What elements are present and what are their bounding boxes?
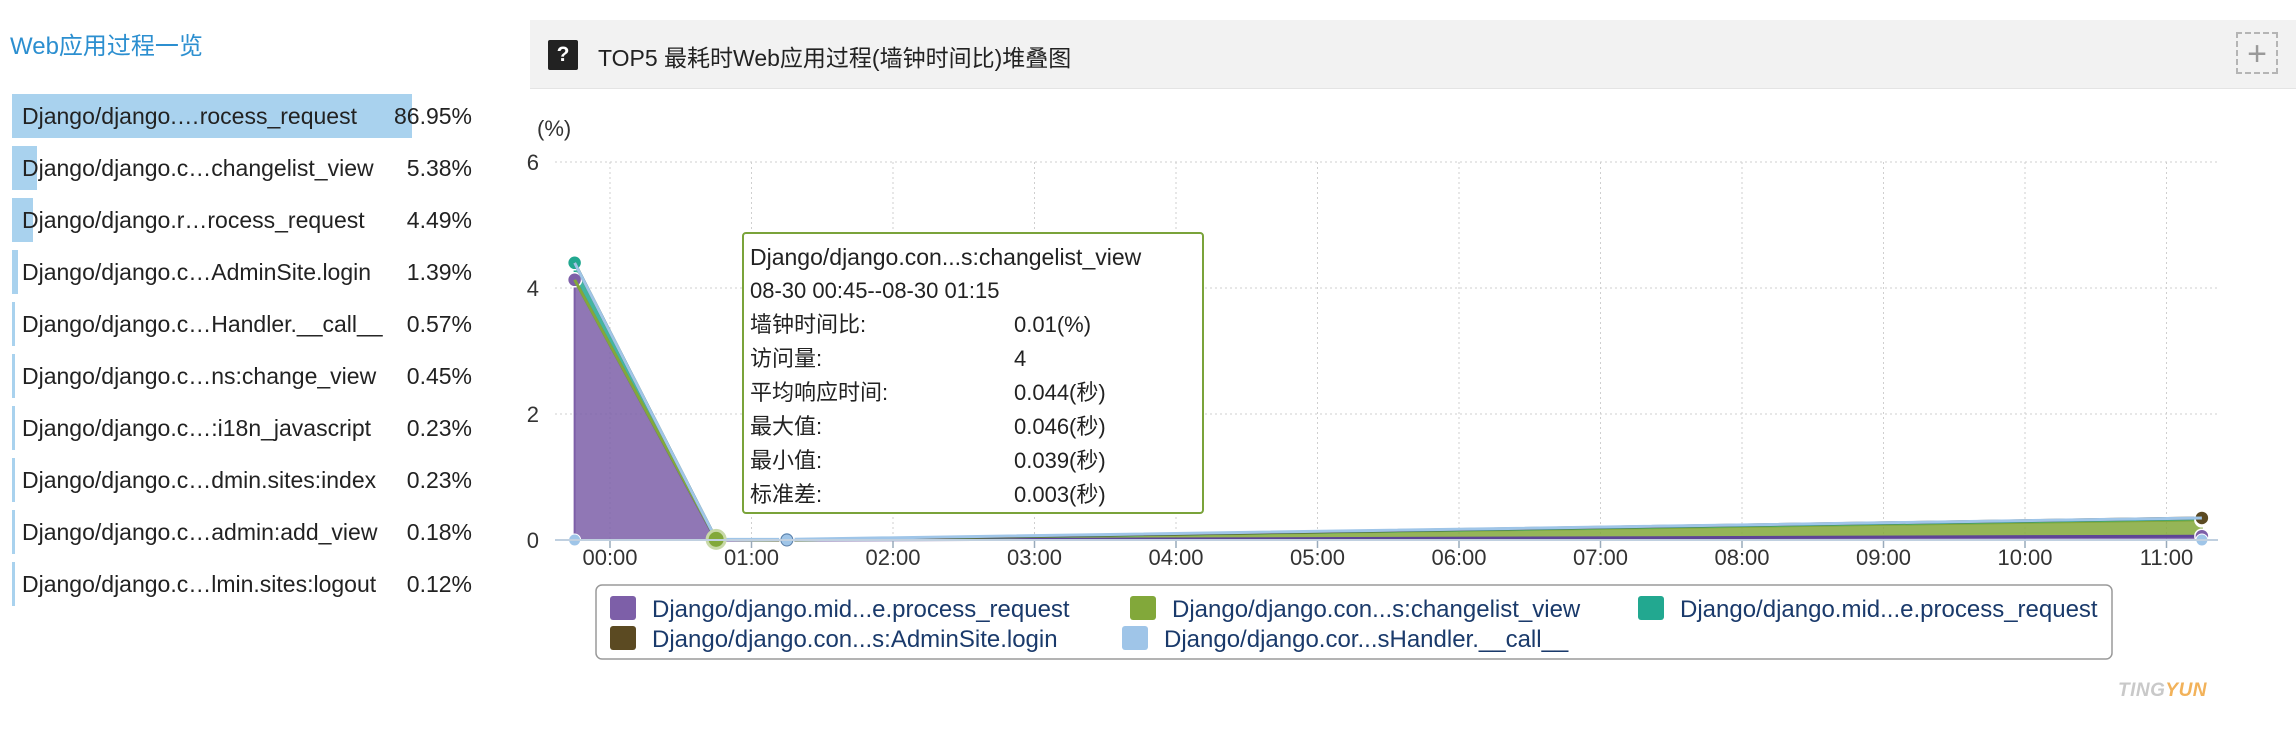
x-tick-label: 02:00 <box>865 545 920 570</box>
tooltip-key: 平均响应时间: <box>750 380 889 405</box>
legend-label[interactable]: Django/django.con...s:changelist_view <box>1172 596 1581 623</box>
tooltip-time-range: 08-30 00:45--08-30 01:15 <box>750 278 1000 303</box>
x-tick-label: 00:00 <box>582 545 637 570</box>
tooltip-key: 最小值: <box>750 448 823 473</box>
x-tick-label: 08:00 <box>1714 545 1769 570</box>
legend-swatch[interactable] <box>1130 596 1156 620</box>
tingyun-logo: TINGYUN <box>2118 680 2208 701</box>
legend-swatch[interactable] <box>1122 626 1148 650</box>
x-tick-label: 04:00 <box>1148 545 1203 570</box>
legend-label[interactable]: Django/django.mid...e.process_request <box>652 596 1070 623</box>
tooltip-key: 访问量: <box>750 346 823 371</box>
tooltip-row: 平均响应时间: 0.044(秒) <box>750 376 1202 410</box>
y-tick-label: 0 <box>527 528 539 553</box>
tooltip-row: 最小值: 0.039(秒) <box>750 444 1202 478</box>
x-tick-label: 03:00 <box>1007 545 1062 570</box>
legend-swatch[interactable] <box>1638 596 1664 620</box>
x-tick-label: 01:00 <box>724 545 779 570</box>
chart-tooltip: Django/django.con...s:changelist_view 08… <box>742 232 1204 514</box>
y-tick-label: 2 <box>527 402 539 427</box>
x-tick-label: 11:00 <box>2140 545 2193 570</box>
x-tick-label: 06:00 <box>1431 545 1486 570</box>
tooltip-row: 访问量: 4 <box>750 342 1202 376</box>
legend-label[interactable]: Django/django.con...s:AdminSite.login <box>652 626 1058 653</box>
tooltip-value: 0.01(%) <box>1014 312 1092 337</box>
tooltip-value: 0.039(秒) <box>1014 448 1106 473</box>
tooltip-key: 最大值: <box>750 414 823 439</box>
tooltip-row: 最大值: 0.046(秒) <box>750 410 1202 444</box>
tooltip-value: 0.046(秒) <box>1014 414 1106 439</box>
tooltip-value: 0.003(秒) <box>1014 482 1106 507</box>
legend-swatch[interactable] <box>610 596 636 620</box>
legend-swatch[interactable] <box>610 626 636 650</box>
y-unit-label: (%) <box>537 116 571 141</box>
y-tick-label: 6 <box>527 150 539 175</box>
x-tick-label: 09:00 <box>1856 545 1911 570</box>
y-tick-label: 4 <box>527 276 539 301</box>
tooltip-key: 墙钟时间比: <box>750 312 867 337</box>
tooltip-key: 标准差: <box>750 482 823 507</box>
tooltip-value: 0.044(秒) <box>1014 380 1106 405</box>
tooltip-value: 4 <box>1014 346 1027 371</box>
tooltip-title: Django/django.con...s:changelist_view <box>750 244 1142 270</box>
legend-label[interactable]: Django/django.mid...e.process_request <box>1680 596 2098 623</box>
tooltip-row: 墙钟时间比: 0.01(%) <box>750 308 1202 342</box>
tooltip-row: 标准差: 0.003(秒) <box>750 478 1202 512</box>
legend-label[interactable]: Django/django.cor...sHandler.__call__ <box>1164 626 1569 653</box>
x-tick-label: 05:00 <box>1290 545 1345 570</box>
x-tick-label: 07:00 <box>1573 545 1628 570</box>
x-tick-label: 10:00 <box>1997 545 2052 570</box>
